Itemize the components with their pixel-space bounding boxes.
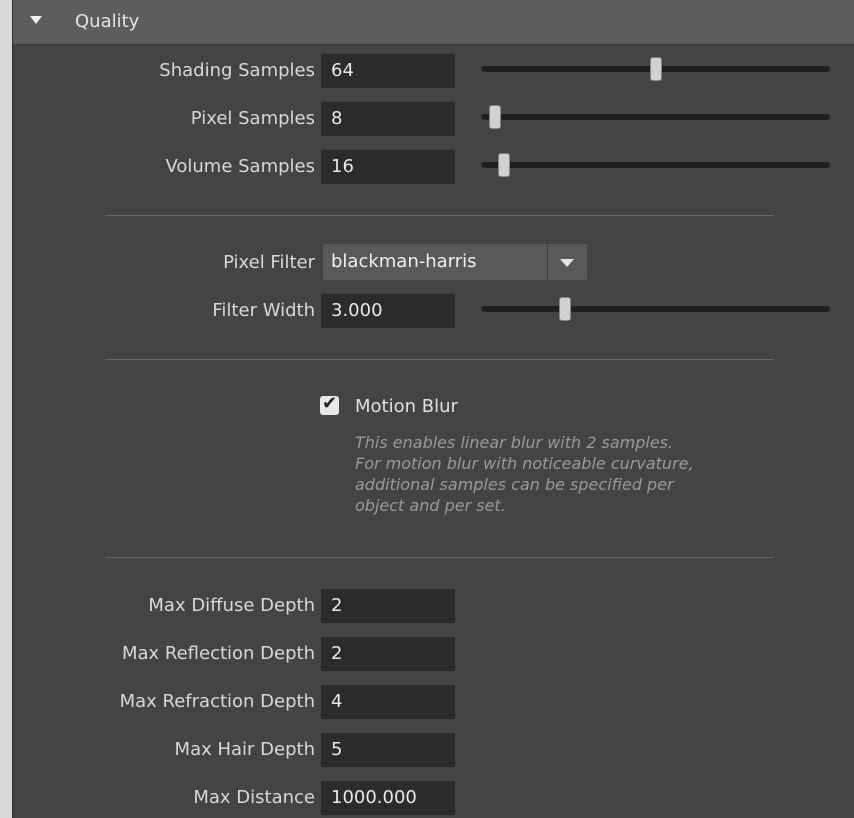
max-reflection-depth-label: Max Reflection Depth [121,643,315,664]
section-title: Quality [75,11,140,32]
help-line: For motion blur with noticeable curvatur… [355,454,694,473]
dropdown-divider [547,244,548,280]
filter-width-label: Filter Width [212,300,315,321]
help-line: This enables linear blur with 2 samples. [355,433,674,452]
max-hair-depth-label: Max Hair Depth [174,739,315,760]
pixel-samples-slider[interactable] [481,114,830,120]
filter-width-slider[interactable] [481,306,830,312]
checkmark-icon: ✔ [321,393,338,414]
max-refraction-depth-label: Max Refraction Depth [119,691,315,712]
pixel-filter-dropdown[interactable]: blackman-harris [323,244,587,280]
volume-samples-label: Volume Samples [165,156,315,177]
volume-samples-slider-handle[interactable] [497,153,510,177]
pixel-samples-slider-handle[interactable] [488,105,501,129]
motion-blur-help-text: This enables linear blur with 2 samples.… [355,432,775,516]
max-distance-field[interactable]: 1000.000 [321,781,455,815]
max-diffuse-depth-field[interactable]: 2 [321,589,455,623]
divider [105,557,774,558]
divider [105,359,774,360]
motion-blur-label: Motion Blur [355,396,458,417]
max-diffuse-depth-label: Max Diffuse Depth [148,595,315,616]
divider [105,215,774,216]
filter-width-field[interactable]: 3.000 [321,294,455,328]
quality-panel: Quality Shading Samples 64 Pixel Samples… [12,0,854,818]
motion-blur-checkbox[interactable]: ✔ [320,393,339,415]
volume-samples-slider[interactable] [481,162,830,168]
pixel-samples-label: Pixel Samples [190,108,315,129]
help-line: object and per set. [355,496,506,515]
max-reflection-depth-field[interactable]: 2 [321,637,455,671]
section-header-quality[interactable]: Quality [13,0,854,45]
filter-width-slider-handle[interactable] [558,297,571,321]
max-refraction-depth-field[interactable]: 4 [321,685,455,719]
shading-samples-field[interactable]: 64 [321,54,455,88]
max-distance-label: Max Distance [193,787,315,808]
shading-samples-label: Shading Samples [159,60,315,81]
pixel-samples-field[interactable]: 8 [321,102,455,136]
triangle-down-icon[interactable] [30,16,42,24]
help-line: additional samples can be specified per [355,475,674,494]
pixel-filter-value: blackman-harris [331,251,477,272]
max-hair-depth-field[interactable]: 5 [321,733,455,767]
volume-samples-field[interactable]: 16 [321,150,455,184]
chevron-down-icon[interactable] [560,259,574,267]
shading-samples-slider-handle[interactable] [649,57,662,81]
pixel-filter-label: Pixel Filter [223,252,315,273]
